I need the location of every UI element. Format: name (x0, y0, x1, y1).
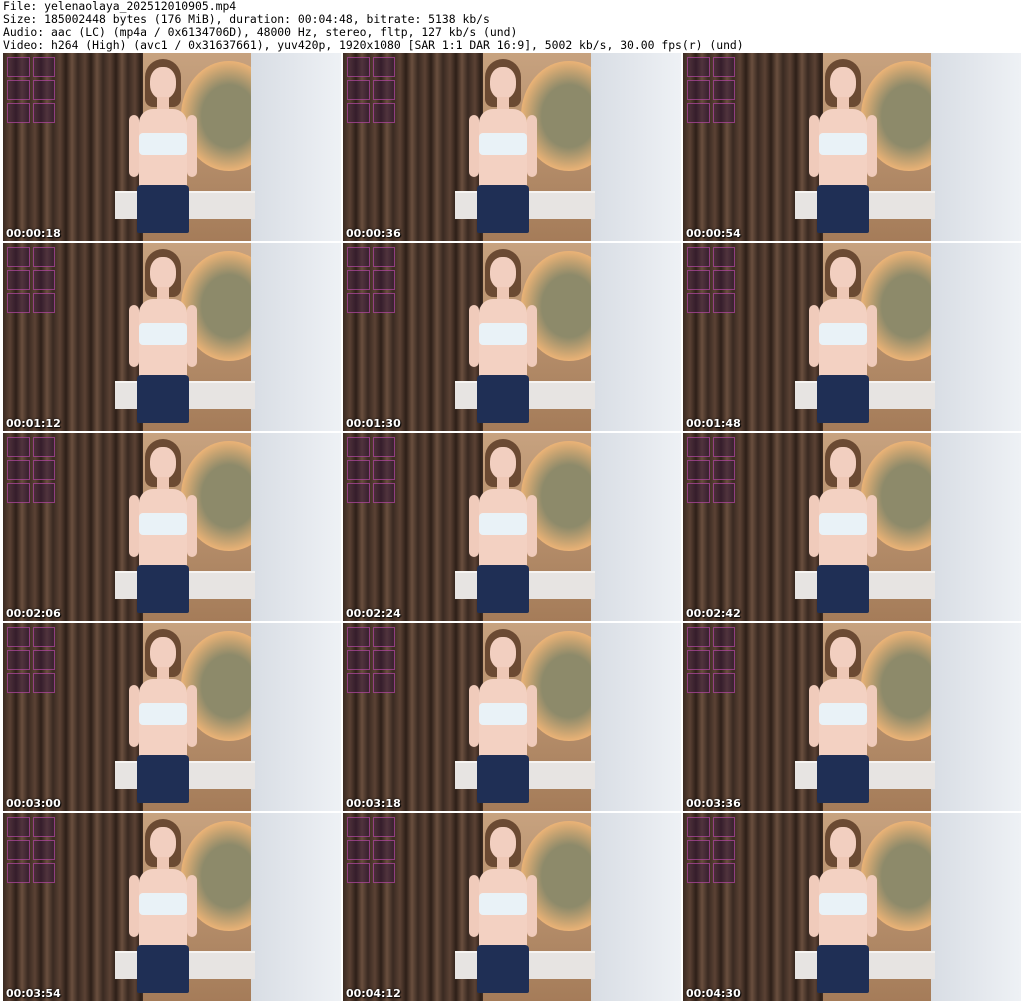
video-thumbnail: 00:03:36 (683, 623, 1021, 811)
thumbnail-timestamp: 00:04:30 (686, 987, 741, 1000)
person-figure (469, 59, 537, 241)
white-panel (931, 243, 1021, 431)
video-thumbnail: 00:00:36 (343, 53, 681, 241)
video-thumbnail: 00:03:18 (343, 623, 681, 811)
white-panel (251, 623, 341, 811)
thumbnail-timestamp: 00:03:36 (686, 797, 741, 810)
thumbnail-timestamp: 00:04:12 (346, 987, 401, 1000)
person-figure (129, 439, 197, 621)
overlay-tip-menu (7, 437, 55, 503)
thumbnail-timestamp: 00:00:54 (686, 227, 741, 240)
white-panel (251, 243, 341, 431)
thumbnail-timestamp: 00:01:30 (346, 417, 401, 430)
overlay-tip-menu (7, 57, 55, 123)
thumbnail-timestamp: 00:03:00 (6, 797, 61, 810)
overlay-tip-menu (687, 57, 735, 123)
video-thumbnail: 00:02:42 (683, 433, 1021, 621)
person-figure (129, 249, 197, 431)
overlay-tip-menu (347, 627, 395, 693)
video-thumbnail: 00:02:24 (343, 433, 681, 621)
video-thumbnail: 00:02:06 (3, 433, 341, 621)
overlay-tip-menu (7, 247, 55, 313)
overlay-tip-menu (687, 627, 735, 693)
video-thumbnail: 00:01:12 (3, 243, 341, 431)
thumbnail-timestamp: 00:03:54 (6, 987, 61, 1000)
overlay-tip-menu (687, 247, 735, 313)
person-figure (809, 59, 877, 241)
white-panel (591, 813, 681, 1001)
white-panel (931, 623, 1021, 811)
white-panel (251, 433, 341, 621)
overlay-tip-menu (7, 627, 55, 693)
video-thumbnail: 00:03:54 (3, 813, 341, 1001)
video-thumbnail: 00:00:18 (3, 53, 341, 241)
thumbnail-grid: 00:00:18 00:00:36 00:00:54 00:01:12 00:01:30… (0, 53, 1024, 1003)
white-panel (251, 813, 341, 1001)
white-panel (591, 243, 681, 431)
video-thumbnail: 00:04:12 (343, 813, 681, 1001)
person-figure (809, 629, 877, 811)
thumbnail-timestamp: 00:02:06 (6, 607, 61, 620)
person-figure (129, 59, 197, 241)
video-thumbnail: 00:03:00 (3, 623, 341, 811)
white-panel (931, 53, 1021, 241)
thumbnail-timestamp: 00:01:12 (6, 417, 61, 430)
thumbnail-timestamp: 00:00:18 (6, 227, 61, 240)
overlay-tip-menu (347, 817, 395, 883)
person-figure (129, 819, 197, 1001)
video-thumbnail: 00:04:30 (683, 813, 1021, 1001)
person-figure (809, 249, 877, 431)
video-thumbnail: 00:01:48 (683, 243, 1021, 431)
file-info-header: File: yelenaolaya_202512010905.mp4 Size:… (0, 0, 1024, 52)
overlay-tip-menu (687, 437, 735, 503)
person-figure (469, 629, 537, 811)
person-figure (809, 439, 877, 621)
video-thumbnail: 00:01:30 (343, 243, 681, 431)
overlay-tip-menu (347, 437, 395, 503)
thumbnail-timestamp: 00:03:18 (346, 797, 401, 810)
person-figure (469, 249, 537, 431)
white-panel (591, 623, 681, 811)
person-figure (469, 439, 537, 621)
white-panel (251, 53, 341, 241)
overlay-tip-menu (687, 817, 735, 883)
thumbnail-timestamp: 00:02:24 (346, 607, 401, 620)
person-figure (129, 629, 197, 811)
video-line: Video: h264 (High) (avc1 / 0x31637661), … (3, 38, 744, 52)
overlay-tip-menu (347, 57, 395, 123)
overlay-tip-menu (7, 817, 55, 883)
person-figure (809, 819, 877, 1001)
white-panel (591, 53, 681, 241)
thumbnail-timestamp: 00:02:42 (686, 607, 741, 620)
white-panel (931, 433, 1021, 621)
white-panel (931, 813, 1021, 1001)
thumbnail-timestamp: 00:00:36 (346, 227, 401, 240)
person-figure (469, 819, 537, 1001)
thumbnail-timestamp: 00:01:48 (686, 417, 741, 430)
white-panel (591, 433, 681, 621)
overlay-tip-menu (347, 247, 395, 313)
video-thumbnail: 00:00:54 (683, 53, 1021, 241)
